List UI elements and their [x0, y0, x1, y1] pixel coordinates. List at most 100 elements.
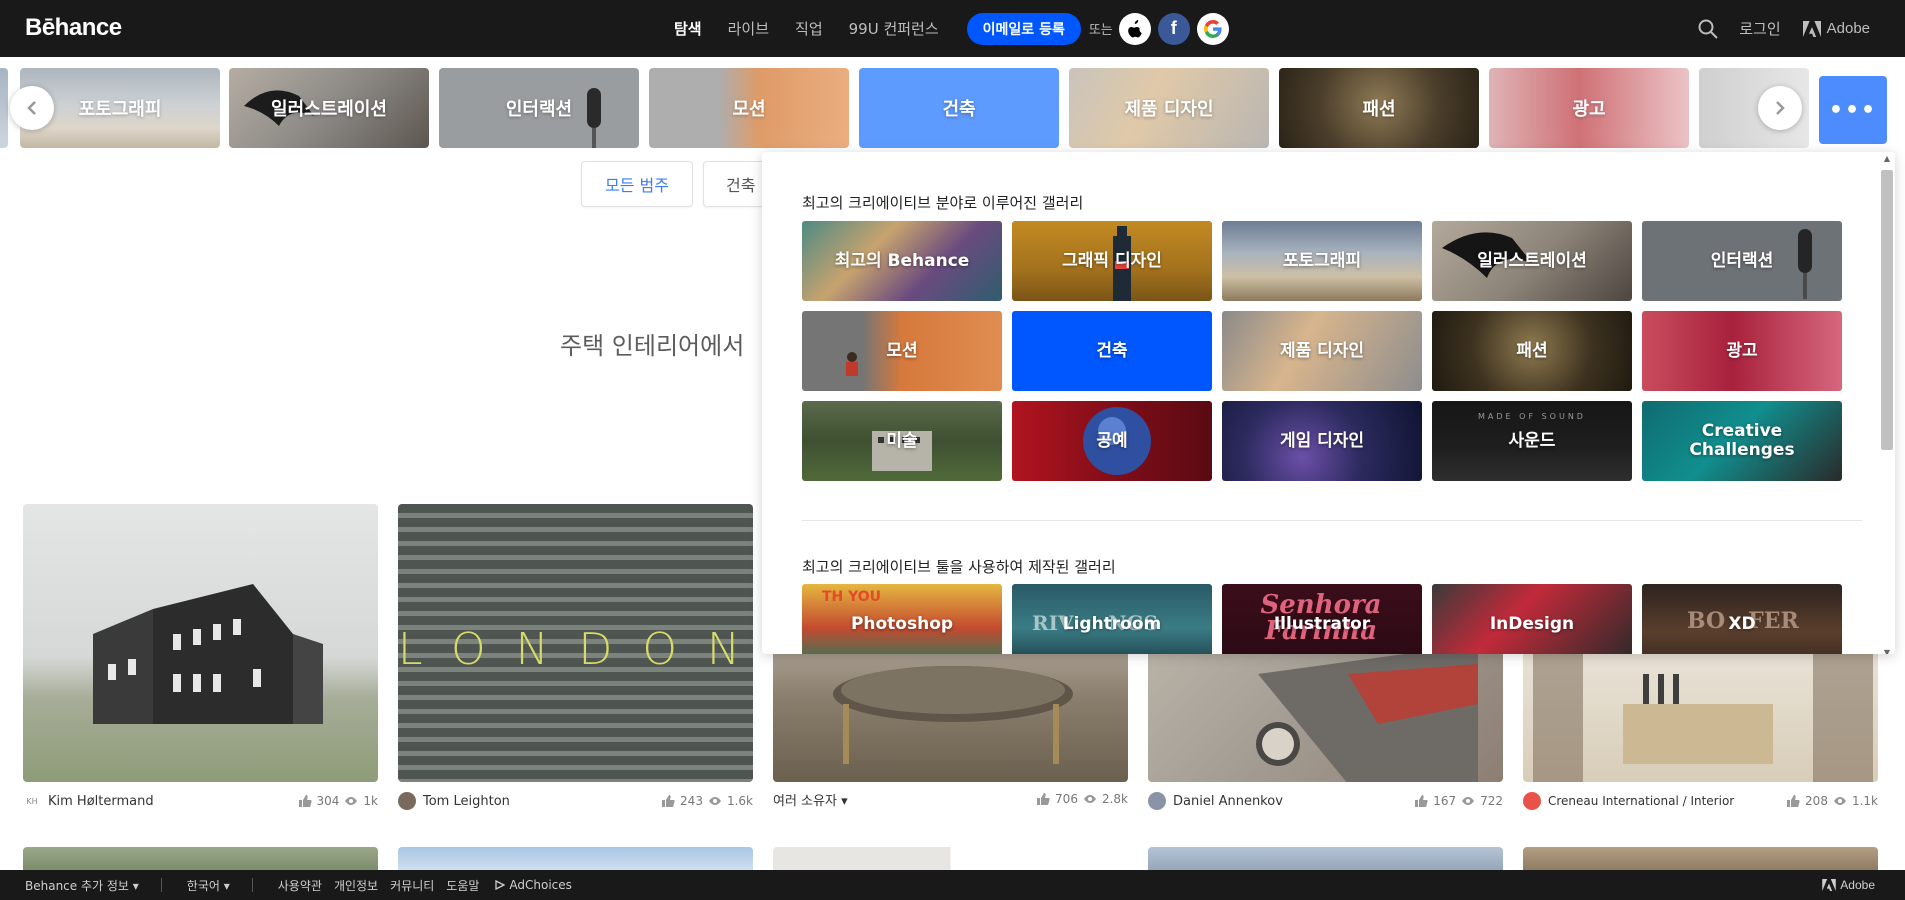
owner-name[interactable]: Daniel Annenkov [1173, 794, 1283, 809]
category-card-interaction[interactable]: 인터랙션 [439, 68, 639, 148]
nav-99u[interactable]: 99U 컨퍼런스 [849, 18, 939, 39]
footer-help-link[interactable]: 도움말 [446, 877, 479, 894]
tool-tile-illustrator[interactable]: Senhora Farinha Illustrator [1222, 584, 1422, 654]
category-card-label: 패션 [1362, 99, 1396, 120]
project-thumbnail-6[interactable] [23, 847, 378, 871]
scroll-up-icon[interactable]: ▲ [1881, 154, 1893, 164]
field-tile-crafts[interactable]: 공예 [1012, 401, 1212, 481]
carousel-next-button[interactable] [1758, 86, 1802, 130]
project-thumbnail-9[interactable] [1148, 847, 1503, 871]
thumbs-up-icon [1037, 793, 1050, 805]
owner-name[interactable]: Tom Leighton [423, 794, 510, 809]
tile-label: 건축 [1096, 340, 1128, 361]
footer-language-dropdown[interactable]: 한국어 ▾ [187, 877, 230, 894]
category-card-product-design[interactable]: 제품 디자인 [1069, 68, 1269, 148]
category-card-label: 포토그래피 [78, 99, 162, 120]
field-tile-advertising[interactable]: 광고 [1642, 311, 1842, 391]
field-tile-product-design[interactable]: 제품 디자인 [1222, 311, 1422, 391]
field-tile-architecture-selected[interactable]: 건축 [1012, 311, 1212, 391]
apple-login-icon[interactable] [1118, 12, 1151, 45]
category-card-label: 제품 디자인 [1124, 99, 1214, 120]
project-stats: 167 722 [1414, 794, 1503, 808]
field-tile-best-behance[interactable]: 최고의 Behance [802, 221, 1002, 301]
eye-icon [1083, 795, 1096, 803]
field-tile-fine-arts[interactable]: 미술 [802, 401, 1002, 481]
behance-logo[interactable]: Bēhance [25, 14, 122, 42]
category-card-label: 일러스트레이션 [271, 99, 387, 120]
nav-explore[interactable]: 탐색 [674, 18, 702, 39]
project-thumbnail-8[interactable] [773, 847, 1128, 871]
thumbs-up-icon [1787, 795, 1800, 807]
adobe-link[interactable]: Adobe [1802, 20, 1870, 37]
eye-icon [1462, 797, 1475, 805]
project-meta-1: KH Kim Høltermand 304 1k [23, 791, 378, 811]
footer-adobe-link[interactable]: Adobe [1822, 878, 1875, 892]
email-signup-button[interactable]: 이메일로 등록 [966, 12, 1081, 45]
tool-tile-photoshop[interactable]: TH YOU Photoshop [802, 584, 1002, 654]
panel-scrollbar[interactable]: ▲ ▼ [1881, 154, 1893, 654]
tile-label: 사운드 [1508, 430, 1556, 451]
multiple-owners-dropdown[interactable]: 여러 소유자 ▾ [773, 790, 848, 809]
category-card-advertising[interactable]: 광고 [1489, 68, 1689, 148]
scroll-down-icon[interactable]: ▼ [1881, 648, 1893, 654]
avatar[interactable] [1523, 792, 1541, 810]
category-card-label: 인터랙션 [505, 99, 573, 120]
project-thumbnail-1[interactable] [23, 504, 378, 782]
login-link[interactable]: 로그인 [1739, 18, 1780, 39]
field-tile-game-design[interactable]: 게임 디자인 [1222, 401, 1422, 481]
field-tile-interaction[interactable]: 인터랙션 [1642, 221, 1842, 301]
panel-divider [802, 520, 1862, 521]
footer-terms-link[interactable]: 사용약관 [278, 877, 322, 894]
field-tile-graphic-design[interactable]: 그래픽 디자인 [1012, 221, 1212, 301]
tile-label: 일러스트레이션 [1477, 250, 1587, 271]
project-thumbnail-10[interactable] [1523, 847, 1878, 871]
category-card-fashion[interactable]: 패션 [1279, 68, 1479, 148]
thumbs-up-icon [298, 795, 312, 807]
field-tile-illustration[interactable]: 일러스트레이션 [1432, 221, 1632, 301]
carousel-prev-button[interactable] [10, 86, 54, 130]
field-tile-photography[interactable]: 포토그래피 [1222, 221, 1422, 301]
field-tile-motion[interactable]: 모션 [802, 311, 1002, 391]
field-tile-creative-challenges[interactable]: Creative Challenges [1642, 401, 1842, 481]
tool-tile-indesign[interactable]: InDesign [1432, 584, 1632, 654]
category-card-partial[interactable] [0, 68, 8, 148]
project-meta-4: Daniel Annenkov 167 722 [1148, 791, 1503, 811]
footer-community-link[interactable]: 커뮤니티 [390, 877, 434, 894]
category-card-motion[interactable]: 모션 [649, 68, 849, 148]
tool-tile-xd[interactable]: BO FER XD [1642, 584, 1842, 654]
owner-name[interactable]: Kim Høltermand [48, 794, 154, 809]
owner-name[interactable]: Creneau International / Interior [1548, 794, 1734, 808]
footer-separator [251, 878, 253, 892]
avatar[interactable]: KH [23, 792, 41, 810]
tile-label: XD [1728, 613, 1756, 634]
category-card-label: 건축 [942, 99, 976, 120]
facebook-login-icon[interactable]: f [1157, 12, 1190, 45]
likes-count: 167 [1433, 794, 1457, 808]
field-tile-fashion[interactable]: 패션 [1432, 311, 1632, 391]
avatar[interactable] [398, 792, 416, 810]
footer-privacy-link[interactable]: 개인정보 [334, 877, 378, 894]
avatar[interactable] [1148, 792, 1166, 810]
field-tile-sound[interactable]: MADE OF SOUND 사운드 [1432, 401, 1632, 481]
project-thumbnail-7[interactable] [398, 847, 753, 871]
footer-bar: Behance 추가 정보 ▾ 한국어 ▾ 사용약관 개인정보 커뮤니티 도움말… [0, 870, 1905, 900]
all-categories-filter[interactable]: 모든 범주 [581, 161, 693, 207]
scroll-thumb[interactable] [1881, 170, 1893, 450]
google-login-icon[interactable] [1196, 12, 1229, 45]
likes-count: 243 [680, 794, 703, 808]
footer-more-info-dropdown[interactable]: Behance 추가 정보 ▾ [25, 877, 139, 894]
category-card-label: 광고 [1572, 99, 1606, 120]
categories-dropdown-panel: 최고의 크리에이티브 분야로 이루어진 갤러리 최고의 Behance 그래픽 … [762, 152, 1895, 654]
search-icon[interactable] [1697, 18, 1719, 40]
nav-live[interactable]: 라이브 [728, 18, 769, 39]
footer-separator [160, 878, 162, 892]
category-card-illustration[interactable]: 일러스트레이션 [229, 68, 429, 148]
project-thumbnail-2[interactable]: LONDON [398, 504, 753, 782]
footer-adchoices-link[interactable]: AdChoices [495, 878, 572, 892]
category-card-architecture[interactable]: 건축 [859, 68, 1059, 148]
tools-section-title: 최고의 크리에이티브 툴을 사용하여 제작된 갤러리 [802, 558, 1116, 576]
tool-tile-lightroom[interactable]: RIV NGS Lightroom [1012, 584, 1212, 654]
more-categories-button[interactable]: ••• [1819, 76, 1887, 144]
nav-jobs[interactable]: 직업 [795, 18, 823, 39]
eye-icon [708, 797, 721, 805]
